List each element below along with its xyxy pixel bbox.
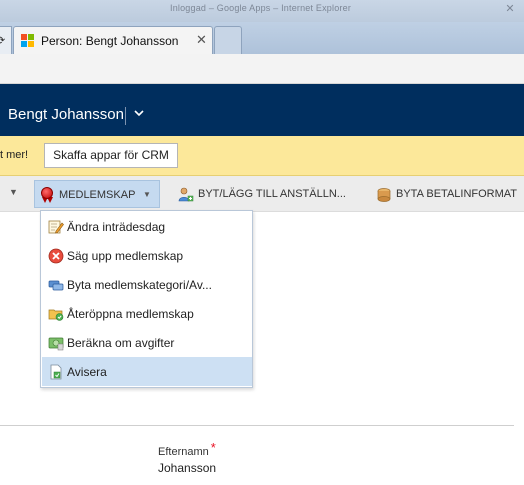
menu-item-label: Ändra inträdesdag: [67, 220, 166, 234]
calculate-fees-icon: [48, 335, 64, 351]
command-change-payment-info-label: BYTA BETALINFORMAT: [396, 188, 518, 200]
menu-item-notify[interactable]: Avisera: [42, 357, 252, 386]
get-crm-apps-button[interactable]: Skaffa appar för CRM: [44, 143, 178, 168]
record-name: Bengt Johansson: [8, 106, 124, 123]
menu-item-label: Beräkna om avgifter: [67, 336, 175, 350]
menu-item-change-entry-date[interactable]: Ändra inträdesdag: [42, 212, 252, 241]
command-membership-label: MEDLEMSKAP: [59, 189, 136, 201]
reopen-folder-icon: [48, 306, 64, 322]
command-bar: ▼ MEDLEMSKAP ▼ BYT/LÄGG TILL ANSTÄLLN...: [0, 176, 524, 212]
chevron-down-icon[interactable]: [134, 108, 144, 120]
browser-tab-active[interactable]: Person: Bengt Johansson ✕: [13, 26, 213, 54]
microsoft-logo-icon: [21, 34, 35, 48]
menu-item-cancel-membership[interactable]: Säg upp medlemskap: [42, 241, 252, 270]
ribbon-icon: [39, 187, 55, 203]
command-membership[interactable]: MEDLEMSKAP ▼: [34, 180, 160, 208]
cancel-icon: [48, 248, 64, 264]
menu-item-label: Avisera: [67, 365, 107, 379]
menu-item-label: Återöppna medlemskap: [67, 307, 194, 321]
address-bar[interactable]: [0, 54, 524, 84]
refresh-icon: ⟳: [0, 35, 6, 47]
person-add-icon: [178, 186, 194, 202]
new-tab-button[interactable]: [214, 26, 242, 54]
required-marker: *: [210, 440, 216, 455]
previous-tab[interactable]: ⟳: [0, 26, 12, 54]
more-commands-arrow-icon[interactable]: ▼: [9, 187, 18, 197]
menu-item-label: Byta medlemskategori/Av...: [67, 278, 212, 292]
membership-dropdown-menu: Ändra inträdesdag Säg upp medlemskap Byt…: [40, 210, 253, 388]
notification-bar: t mer! Skaffa appar för CRM: [0, 136, 524, 176]
browser-title-bar: Inloggad – Google Apps – Internet Explor…: [0, 0, 524, 22]
menu-item-change-category[interactable]: Byta medlemskategori/Av...: [42, 270, 252, 299]
last-name-label-text: Efternamn: [158, 446, 209, 458]
edit-form-icon: [48, 219, 64, 235]
notification-text: t mer!: [0, 149, 29, 161]
menu-item-recalculate-fees[interactable]: Beräkna om avgifter: [42, 328, 252, 357]
swap-category-icon: [48, 277, 64, 293]
tab-title: Person: Bengt Johansson: [41, 34, 179, 48]
tab-close-icon[interactable]: ✕: [196, 32, 207, 48]
form-section-divider: [0, 425, 514, 426]
last-name-field[interactable]: Johansson: [158, 461, 216, 475]
command-change-payment-info[interactable]: BYTA BETALINFORMAT: [374, 180, 524, 208]
menu-item-reopen-membership[interactable]: Återöppna medlemskap: [42, 299, 252, 328]
last-name-label: Efternamn *: [158, 440, 216, 458]
browser-tab-strip: ⟳ Person: Bengt Johansson ✕: [0, 22, 524, 54]
menu-item-label: Säg upp medlemskap: [67, 249, 184, 263]
coins-icon: [376, 186, 392, 202]
command-change-employment-label: BYT/LÄGG TILL ANSTÄLLN...: [198, 188, 346, 200]
command-change-employment[interactable]: BYT/LÄGG TILL ANSTÄLLN...: [176, 180, 366, 208]
notify-document-icon: [48, 364, 64, 380]
header-divider: [125, 107, 126, 125]
window-title: Inloggad – Google Apps – Internet Explor…: [170, 3, 352, 13]
chevron-down-icon: ▼: [143, 190, 151, 199]
window-close-icon[interactable]: ✕: [502, 2, 518, 16]
crm-record-header: Bengt Johansson: [0, 84, 524, 136]
